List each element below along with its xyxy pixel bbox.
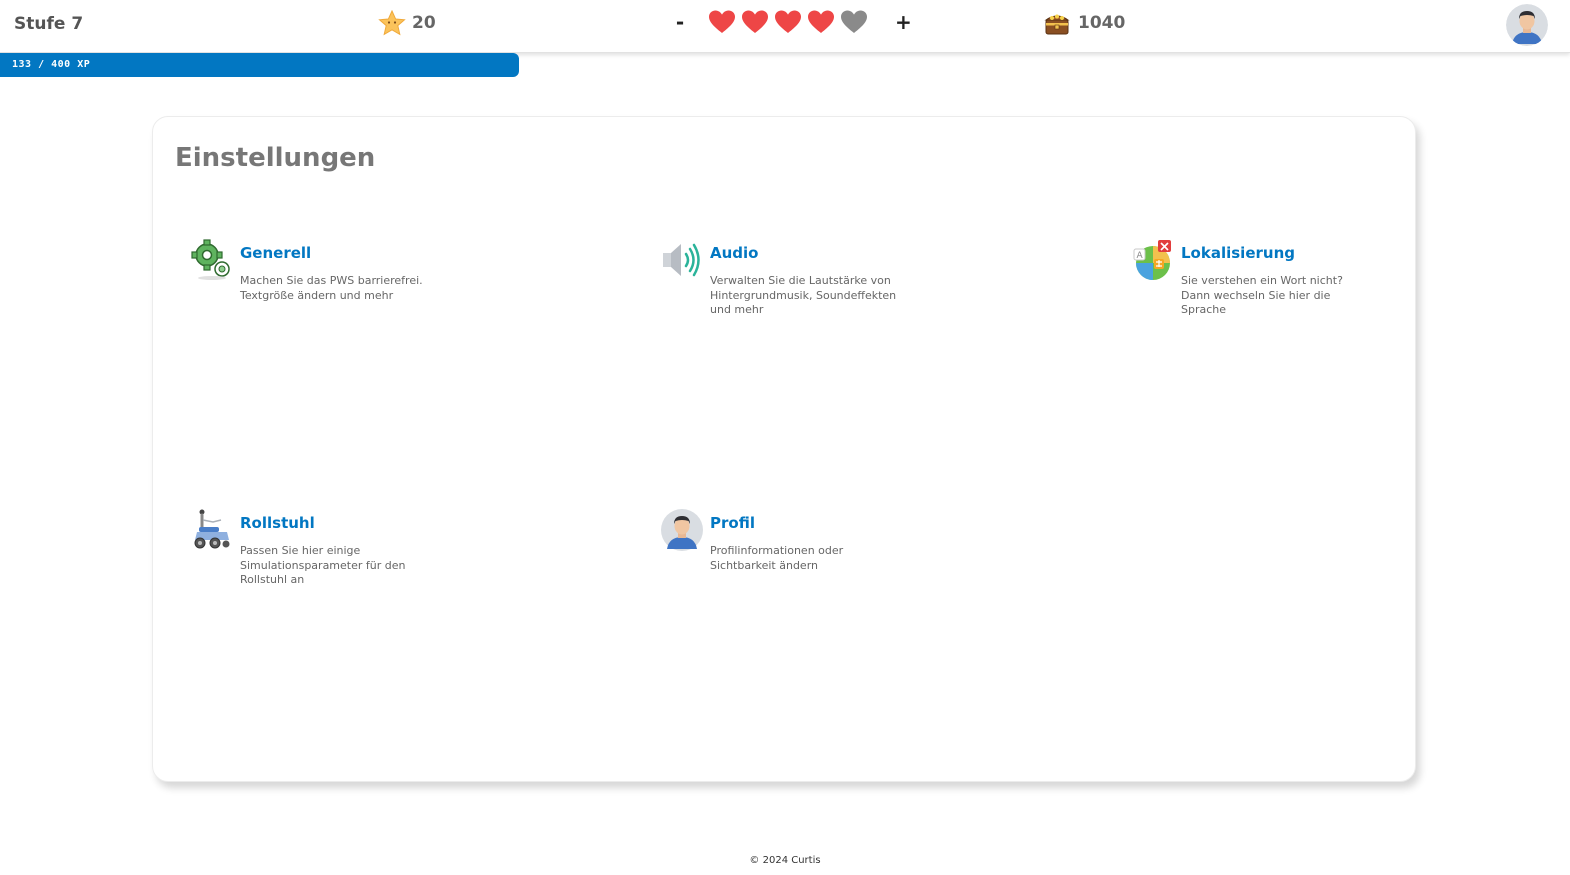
settings-tile-localization[interactable]: A Lokalisierung Sie verstehen ein Wort n… <box>1132 239 1422 349</box>
heart-icon <box>709 10 735 33</box>
xp-progress-bar: 133 / 400 XP <box>0 53 519 77</box>
coins-value: 1040 <box>1078 13 1126 33</box>
star-icon <box>378 10 406 36</box>
wheelchair-icon <box>194 509 230 549</box>
settings-tile-audio[interactable]: Audio Verwalten Sie die Lautstärke von H… <box>661 239 951 349</box>
coins-counter: 1040 <box>1044 10 1125 36</box>
language-icon: A <box>1133 240 1171 280</box>
settings-tile-description: Profilinformationen oder Sichtbarkeit än… <box>710 544 844 572</box>
top-bar: Stufe 7 20 - + 1040 <box>0 0 1570 53</box>
heart-icon <box>742 10 768 33</box>
heart-icon <box>808 10 834 33</box>
page-title: Einstellungen <box>175 143 376 173</box>
settings-tile-title: Rollstuhl <box>240 514 315 532</box>
level-label: Stufe 7 <box>14 14 84 34</box>
settings-tile-profile[interactable]: Profil Profilinformationen oder Sichtbar… <box>661 509 951 619</box>
decrease-lives-button[interactable]: - <box>672 10 688 34</box>
lives-control: - + <box>672 9 912 35</box>
settings-tile-description: Sie verstehen ein Wort nicht? Dann wechs… <box>1181 274 1343 316</box>
settings-tile-description: Machen Sie das PWS barrierefrei. Textgrö… <box>240 274 423 302</box>
heart-empty-icon <box>841 10 867 33</box>
settings-tile-general[interactable]: Generell Machen Sie das PWS barrierefrei… <box>191 239 481 349</box>
settings-tile-description: Verwalten Sie die Lautstärke von Hinterg… <box>710 274 897 316</box>
profile-icon <box>661 509 703 551</box>
avatar-icon <box>1506 4 1548 46</box>
settings-tile-title: Generell <box>240 244 312 262</box>
settings-tile-wheelchair[interactable]: Rollstuhl Passen Sie hier einige Simulat… <box>191 509 481 619</box>
heart-icon <box>775 10 801 33</box>
svg-text:A: A <box>1137 251 1144 261</box>
xp-progress-text: 133 / 400 XP <box>12 59 91 70</box>
settings-panel: Einstellungen Generell Machen Sie das PW… <box>152 116 1416 782</box>
speaker-icon <box>663 243 700 277</box>
stars-value: 20 <box>412 13 436 33</box>
settings-tile-description: Passen Sie hier einige Simulationsparame… <box>240 544 406 586</box>
gears-icon <box>191 239 230 280</box>
settings-tile-title: Audio <box>710 244 759 262</box>
settings-tile-title: Profil <box>710 514 755 532</box>
user-avatar[interactable] <box>1506 4 1548 46</box>
footer-copyright: © 2024 Curtis <box>749 855 821 866</box>
increase-lives-button[interactable]: + <box>895 10 912 34</box>
treasure-chest-icon <box>1044 14 1070 35</box>
settings-tile-title: Lokalisierung <box>1181 244 1295 262</box>
stars-counter: 20 <box>378 10 436 36</box>
